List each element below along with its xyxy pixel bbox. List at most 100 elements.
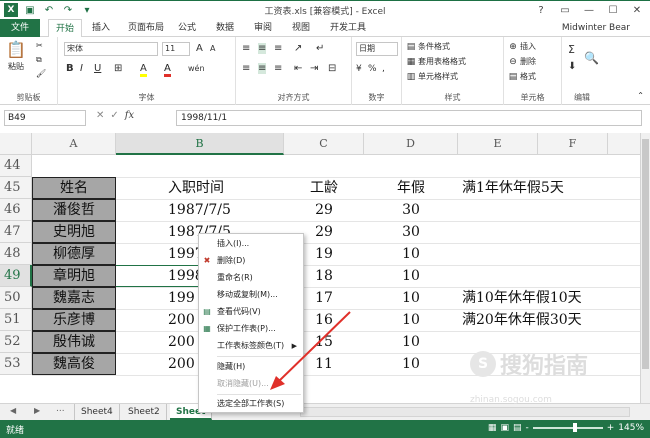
- menu-item-insert[interactable]: 插入(I)...: [199, 236, 303, 252]
- cell-c45[interactable]: 工龄: [284, 177, 364, 199]
- tab-file[interactable]: 文件: [0, 19, 40, 37]
- cell-a49[interactable]: 章明旭: [32, 265, 116, 287]
- tab-view[interactable]: 视图: [288, 19, 314, 37]
- row-header-48[interactable]: 48: [0, 243, 32, 265]
- cell-b45[interactable]: 入职时间: [168, 177, 278, 199]
- next-sheet-button[interactable]: ▶: [34, 406, 40, 415]
- zoom-out-button[interactable]: -: [525, 423, 528, 433]
- find-select-icon[interactable]: 🔍: [584, 51, 599, 65]
- cell-styles-button[interactable]: ▥ 单元格样式: [406, 71, 458, 82]
- row-header-51[interactable]: 51: [0, 309, 32, 331]
- cell-d46[interactable]: 30: [364, 199, 458, 221]
- page-layout-view-icon[interactable]: ▣: [500, 423, 509, 433]
- indent-decrease-icon[interactable]: ⇤: [294, 63, 302, 74]
- select-all-corner[interactable]: [0, 133, 32, 155]
- merge-center-icon[interactable]: ⊟: [328, 63, 336, 74]
- shrink-font-button[interactable]: A: [210, 44, 215, 53]
- cell-b50[interactable]: 199: [168, 287, 198, 309]
- menu-item-tab-color[interactable]: 工作表标签颜色(T) ▶: [199, 338, 303, 354]
- number-format-select[interactable]: 日期: [356, 42, 398, 56]
- font-color-button[interactable]: A: [164, 63, 171, 77]
- page-break-view-icon[interactable]: ▤: [513, 423, 522, 433]
- format-painter-icon[interactable]: 🖌: [36, 69, 46, 78]
- cell-a46[interactable]: 潘俊哲: [32, 199, 116, 221]
- font-name-select[interactable]: 宋体: [64, 42, 158, 56]
- maximize-button[interactable]: ☐: [602, 2, 624, 18]
- column-header-f[interactable]: F: [538, 133, 608, 155]
- align-middle-icon[interactable]: ≡: [258, 43, 267, 54]
- enter-icon[interactable]: ✓: [110, 110, 118, 121]
- cell-a52[interactable]: 殷伟诚: [32, 331, 116, 353]
- menu-item-hide[interactable]: 隐藏(H): [199, 359, 303, 375]
- orientation-icon[interactable]: ↗: [294, 43, 302, 54]
- ribbon-display-button[interactable]: ▭: [554, 2, 576, 18]
- cell-a50[interactable]: 魏嘉志: [32, 287, 116, 309]
- cell-a51[interactable]: 乐彦博: [32, 309, 116, 331]
- menu-item-move-copy[interactable]: 移动或复制(M)...: [199, 287, 303, 303]
- tab-page-layout[interactable]: 页面布局: [122, 19, 170, 37]
- delete-cells-button[interactable]: ⊖ 删除: [508, 56, 536, 67]
- sheet-tab-sheet4[interactable]: Sheet4: [74, 404, 120, 420]
- column-header-e[interactable]: E: [458, 133, 538, 155]
- close-button[interactable]: ✕: [626, 2, 648, 18]
- cell-d45[interactable]: 年假: [364, 177, 458, 199]
- sheet-tab-sheet2[interactable]: Sheet2: [122, 404, 167, 420]
- column-header-b[interactable]: B: [116, 133, 284, 155]
- column-header-g[interactable]: [608, 133, 640, 155]
- menu-item-rename[interactable]: 重命名(R): [199, 270, 303, 286]
- help-button[interactable]: ?: [530, 2, 552, 18]
- paste-button[interactable]: 📋 粘贴: [6, 41, 26, 72]
- cell-d53[interactable]: 10: [364, 353, 458, 375]
- cell-a47[interactable]: 史明旭: [32, 221, 116, 243]
- cell-a45[interactable]: 姓名: [32, 177, 116, 199]
- tab-formulas[interactable]: 公式: [174, 19, 200, 37]
- zoom-slider[interactable]: [532, 423, 603, 432]
- horizontal-scrollbar[interactable]: [300, 407, 630, 417]
- cell-b52[interactable]: 200: [168, 331, 198, 353]
- row-header-53[interactable]: 53: [0, 353, 32, 375]
- border-icon[interactable]: ⊞: [114, 63, 122, 74]
- bold-button[interactable]: B: [66, 63, 74, 74]
- cell-d48[interactable]: 10: [364, 243, 458, 265]
- format-cells-button[interactable]: ▤ 格式: [508, 71, 536, 82]
- cell-e51[interactable]: 满20年休年假30天: [462, 309, 632, 331]
- wrap-text-icon[interactable]: ↵: [316, 43, 324, 54]
- collapse-ribbon-icon[interactable]: ⌃: [637, 91, 644, 100]
- tab-insert[interactable]: 插入: [86, 19, 116, 37]
- cell-e45[interactable]: 满1年休年假5天: [462, 177, 632, 199]
- prev-sheet-button[interactable]: ◀: [10, 406, 16, 415]
- insert-cells-button[interactable]: ⊕ 插入: [508, 41, 536, 52]
- insert-function-button[interactable]: fx: [125, 110, 134, 121]
- format-as-table-button[interactable]: ▦ 套用表格格式: [406, 56, 466, 67]
- tab-developer[interactable]: 开发工具: [326, 19, 370, 37]
- align-left-icon[interactable]: ≡: [242, 63, 250, 74]
- percent-button[interactable]: %: [368, 64, 377, 74]
- cell-d52[interactable]: 10: [364, 331, 458, 353]
- column-header-d[interactable]: D: [364, 133, 458, 155]
- row-header-46[interactable]: 46: [0, 199, 32, 221]
- menu-item-protect-sheet[interactable]: ▦ 保护工作表(P)...: [199, 321, 303, 337]
- italic-button[interactable]: I: [80, 63, 83, 74]
- cell-c46[interactable]: 29: [284, 199, 364, 221]
- row-header-47[interactable]: 47: [0, 221, 32, 243]
- autosum-button[interactable]: Σ: [568, 43, 575, 56]
- fill-icon[interactable]: ⬇: [568, 61, 576, 72]
- menu-item-view-code[interactable]: ▤ 查看代码(V): [199, 304, 303, 320]
- align-top-icon[interactable]: ≡: [242, 43, 250, 54]
- column-header-a[interactable]: A: [32, 133, 116, 155]
- cell-e50[interactable]: 满10年休年假10天: [462, 287, 632, 309]
- tab-review[interactable]: 审阅: [250, 19, 276, 37]
- align-right-icon[interactable]: ≡: [274, 63, 282, 74]
- indent-increase-icon[interactable]: ⇥: [310, 63, 318, 74]
- align-bottom-icon[interactable]: ≡: [274, 43, 282, 54]
- comma-button[interactable]: ,: [382, 64, 385, 74]
- fill-color-button[interactable]: A: [140, 63, 147, 77]
- formula-input[interactable]: 1998/11/1: [176, 110, 642, 126]
- column-header-c[interactable]: C: [284, 133, 364, 155]
- cut-icon[interactable]: ✂: [36, 41, 43, 50]
- row-header-52[interactable]: 52: [0, 331, 32, 353]
- row-header-50[interactable]: 50: [0, 287, 32, 309]
- cancel-icon[interactable]: ✕: [96, 110, 104, 121]
- grow-font-button[interactable]: A: [196, 43, 203, 54]
- tab-data[interactable]: 数据: [212, 19, 238, 37]
